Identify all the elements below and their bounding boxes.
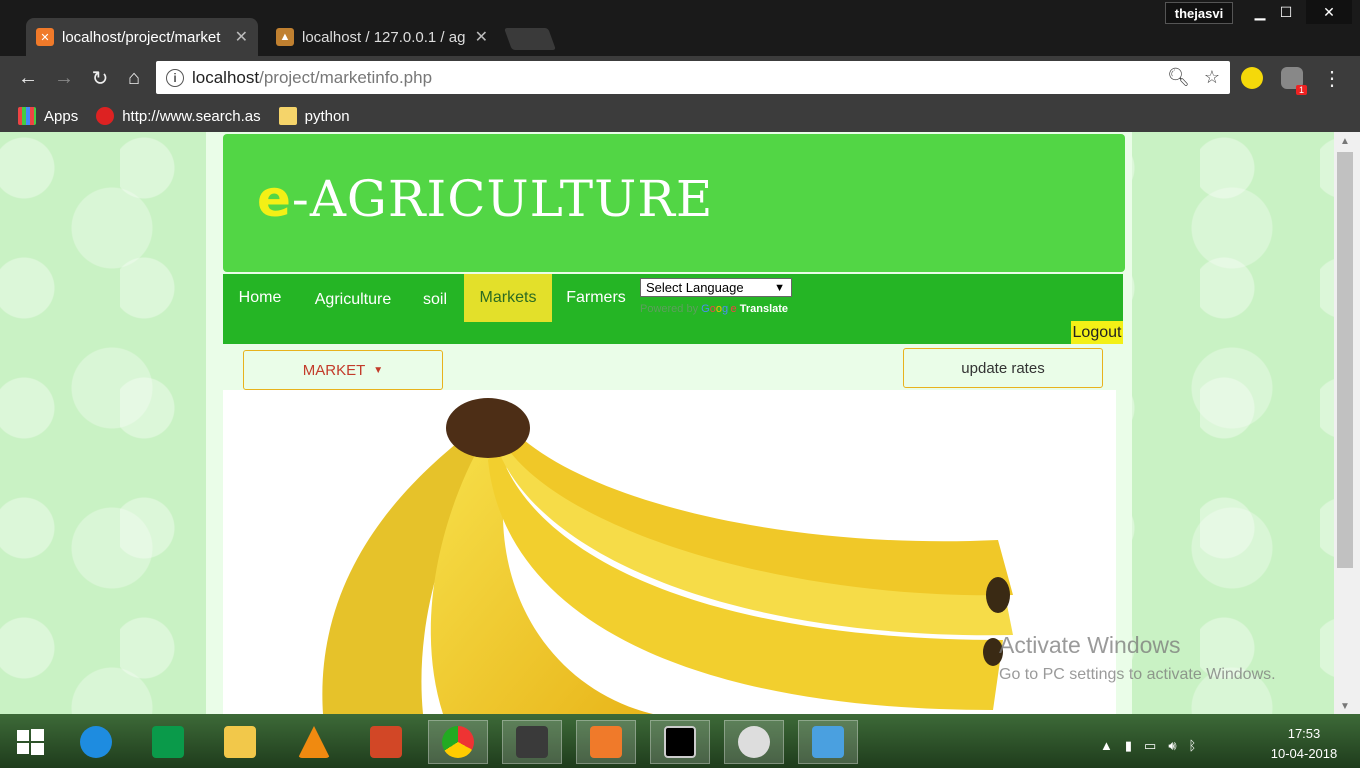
- search-icon[interactable]: 🔍︎: [1167, 67, 1190, 88]
- phpmyadmin-icon: ▲: [276, 28, 294, 46]
- xampp-icon: ✕: [36, 28, 54, 46]
- tab-marketinfo[interactable]: ✕ localhost/project/market ✕: [26, 18, 258, 56]
- caret-down-icon: ▼: [373, 364, 384, 376]
- google-translate-credit: Powered by Google Translate: [640, 303, 788, 315]
- address-bar[interactable]: i localhost/project/marketinfo.php 🔍︎ ☆: [156, 61, 1230, 94]
- extension-icon[interactable]: 1: [1281, 67, 1307, 95]
- tab-phpmyadmin[interactable]: ▲ localhost / 127.0.0.1 / ag ✕: [266, 18, 498, 56]
- tab-title: localhost / 127.0.0.1 / ag: [302, 28, 466, 46]
- maximize-icon[interactable]: ☐: [1266, 0, 1306, 24]
- photos-icon[interactable]: [798, 720, 858, 764]
- profile-button[interactable]: thejasvi: [1165, 2, 1233, 24]
- market-button-label: MARKET: [302, 361, 366, 379]
- site-container: e-AGRICULTURE Home Agriculture soil Mark…: [206, 132, 1132, 714]
- bookmark-search[interactable]: http://www.search.as: [96, 107, 261, 125]
- nav-soil[interactable]: soil: [409, 276, 461, 324]
- new-tab-button[interactable]: [503, 28, 557, 50]
- extension-badge: 1: [1295, 85, 1307, 95]
- google-logo-icon: G: [701, 303, 710, 315]
- power-icon[interactable]: ▭: [1144, 738, 1156, 754]
- command-prompt-icon[interactable]: [650, 720, 710, 764]
- back-icon[interactable]: ←: [16, 66, 40, 90]
- site-header: e-AGRICULTURE: [223, 134, 1125, 272]
- nav-farmers[interactable]: Farmers: [552, 274, 640, 322]
- activation-watermark-title: Activate Windows: [999, 632, 1181, 658]
- forward-icon[interactable]: →: [52, 66, 76, 90]
- extension-icon[interactable]: [1241, 67, 1263, 89]
- internet-explorer-icon[interactable]: [66, 720, 126, 764]
- market-dropdown-button[interactable]: MARKET ▼: [243, 350, 443, 390]
- spider-app-icon[interactable]: [724, 720, 784, 764]
- language-select-value: Select Language: [646, 280, 744, 295]
- clock-time: 17:53: [1287, 726, 1321, 741]
- powerpoint-icon[interactable]: [356, 720, 416, 764]
- url-path: /project/marketinfo.php: [259, 67, 433, 87]
- reload-icon[interactable]: ↻: [88, 66, 112, 90]
- file-explorer-icon[interactable]: [210, 720, 270, 764]
- logo-text: -AGRICULTURE: [291, 170, 714, 228]
- dropdown-arrow-icon: ▼: [774, 281, 785, 294]
- logout-button[interactable]: Logout: [1071, 321, 1123, 344]
- powered-by-text: Powered by: [640, 303, 699, 315]
- system-clock[interactable]: 17:53 10-04-2018: [1262, 724, 1346, 764]
- xampp-taskbar-icon[interactable]: [576, 720, 636, 764]
- chrome-icon[interactable]: [428, 720, 488, 764]
- star-icon[interactable]: ☆: [1204, 67, 1220, 88]
- system-tray: ▲ ▮ ▭ 🔊︎ ᛒ: [1100, 738, 1196, 754]
- nav-agriculture[interactable]: Agriculture: [301, 276, 405, 324]
- close-tab-icon[interactable]: ✕: [235, 27, 248, 47]
- vertical-scrollbar[interactable]: ▲ ▼: [1334, 132, 1360, 714]
- scrollbar-thumb[interactable]: [1337, 152, 1353, 568]
- browser-chrome: ✕ localhost/project/market ✕ ▲ localhost…: [0, 0, 1360, 132]
- clock-date: 10-04-2018: [1270, 746, 1338, 761]
- bluetooth-icon[interactable]: ᛒ: [1189, 738, 1197, 754]
- url-host: localhost: [192, 67, 260, 87]
- bookmark-python[interactable]: python: [278, 107, 350, 125]
- update-rates-button[interactable]: update rates: [903, 348, 1103, 388]
- bookmark-label: python: [304, 107, 350, 125]
- folder-icon: [278, 107, 297, 125]
- sublime-text-icon[interactable]: [502, 720, 562, 764]
- nav-markets[interactable]: Markets: [464, 274, 552, 322]
- translate-link[interactable]: Translate: [740, 303, 788, 315]
- windows-logo-icon: [17, 729, 44, 755]
- volume-icon[interactable]: 🔊︎: [1168, 738, 1176, 754]
- bookmark-apps[interactable]: Apps: [18, 107, 78, 125]
- page-viewport: e-AGRICULTURE Home Agriculture soil Mark…: [0, 132, 1334, 714]
- windows-taskbar: ▲ ▮ ▭ 🔊︎ ᛒ 17:53 10-04-2018: [0, 714, 1360, 768]
- scroll-down-icon[interactable]: ▼: [1340, 701, 1350, 712]
- logo-e: e: [257, 170, 292, 228]
- network-icon[interactable]: ▮: [1125, 738, 1132, 754]
- language-select[interactable]: Select Language ▼: [640, 278, 792, 297]
- start-button[interactable]: [0, 720, 60, 764]
- store-app-icon[interactable]: [138, 720, 198, 764]
- close-window-icon[interactable]: ✕: [1306, 0, 1352, 24]
- close-tab-icon[interactable]: ✕: [475, 27, 488, 47]
- menu-icon[interactable]: ⋮: [1320, 66, 1344, 90]
- tab-title: localhost/project/market: [62, 28, 221, 46]
- banana-illustration: [322, 398, 1013, 714]
- google-logo-icon: e: [730, 303, 737, 315]
- apps-icon: [18, 107, 36, 125]
- vlc-icon[interactable]: [284, 720, 344, 764]
- home-icon[interactable]: ⌂: [122, 66, 146, 90]
- bookmark-label: Apps: [44, 107, 79, 125]
- tab-strip: ✕ localhost/project/market ✕ ▲ localhost…: [0, 0, 1360, 56]
- site-logo[interactable]: e-AGRICULTURE: [257, 170, 713, 228]
- show-hidden-icons-icon[interactable]: ▲: [1100, 738, 1113, 754]
- ask-icon: [96, 107, 115, 125]
- info-icon[interactable]: i: [166, 68, 184, 87]
- activation-watermark-subtitle: Go to PC settings to activate Windows.: [999, 666, 1276, 683]
- main-nav: Home Agriculture soil Markets Farmers Se…: [223, 274, 1123, 344]
- nav-home[interactable]: Home: [223, 274, 297, 322]
- bookmarks-bar: Apps http://www.search.as python: [0, 100, 1360, 132]
- bookmark-label: http://www.search.as: [122, 107, 261, 125]
- scroll-up-icon[interactable]: ▲: [1340, 136, 1350, 147]
- banana-image: [223, 390, 1116, 714]
